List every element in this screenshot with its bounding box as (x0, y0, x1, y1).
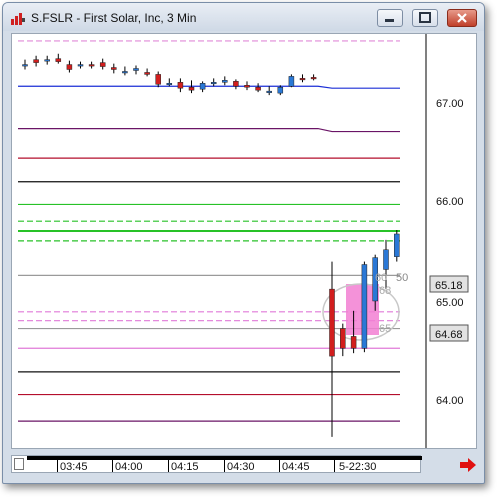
time-tick (168, 460, 169, 472)
candle-body (166, 83, 173, 86)
time-tick (57, 460, 58, 472)
candle-body (155, 74, 161, 85)
candle-body (111, 67, 117, 70)
candle-body (77, 64, 84, 67)
overlay-label-low: 65 (379, 323, 391, 335)
scroll-handle[interactable] (14, 458, 24, 470)
price-badge-label: 65.18 (435, 280, 463, 292)
close-icon (457, 13, 467, 23)
close-button[interactable] (447, 9, 477, 27)
price-badge-label: 64.68 (435, 329, 463, 341)
candle-body (22, 64, 28, 67)
candle-body (277, 86, 284, 94)
chart-window: S.FSLR - First Solar, Inc, 3 Min 60 50 6… (2, 2, 485, 484)
candle-body (383, 249, 389, 270)
candle-body (99, 62, 106, 67)
candle-body (55, 58, 62, 62)
candle-body (361, 264, 368, 349)
candle-body (188, 86, 195, 91)
overlay-label-mid: 68 (379, 285, 391, 297)
candle-body (33, 59, 39, 63)
candle-body (210, 82, 217, 85)
time-label: 04:30 (227, 461, 255, 473)
candle-body (122, 71, 128, 74)
candle-body (255, 86, 261, 91)
minimize-icon (385, 19, 394, 22)
overlay-label-top: 50 (396, 272, 408, 284)
scroll-right-arrow-icon[interactable] (459, 458, 477, 472)
candle-body (299, 78, 306, 81)
time-tick (224, 460, 225, 472)
time-tick (334, 460, 335, 472)
time-label: 5-22:30 (339, 461, 377, 473)
title-bar[interactable]: S.FSLR - First Solar, Inc, 3 Min (3, 3, 484, 31)
candle-body (350, 336, 357, 349)
candle-body (88, 64, 95, 67)
price-chart[interactable]: 60 50 68 65 67.00 66.00 65.00 64.00 65.1… (12, 34, 476, 448)
candle-body (144, 72, 150, 75)
candle-body (266, 90, 272, 93)
candle-body (329, 288, 335, 357)
time-tick (279, 460, 280, 472)
candle-body (66, 64, 73, 70)
candle-body (394, 233, 400, 257)
maximize-icon (419, 12, 431, 23)
app-icon (11, 13, 25, 25)
price-tick-label: 66.00 (436, 196, 464, 208)
time-label: 04:00 (115, 461, 143, 473)
price-tick-label: 67.00 (436, 98, 464, 110)
candle-body (233, 81, 239, 87)
price-tick-label: 64.00 (436, 395, 464, 407)
candle-body (340, 328, 346, 349)
price-tick-label: 65.00 (436, 297, 464, 309)
candle-body (133, 68, 139, 71)
candle-body (199, 83, 206, 90)
window-title: S.FSLR - First Solar, Inc, 3 Min (31, 11, 197, 25)
maximize-button[interactable] (412, 9, 438, 27)
overlay-label-top-partial: 60 (375, 272, 387, 284)
candle-body (310, 77, 317, 80)
chart-area[interactable]: 60 50 68 65 67.00 66.00 65.00 64.00 65.1… (11, 33, 477, 449)
time-tick (112, 460, 113, 472)
level-line (18, 85, 400, 89)
time-label: 04:15 (171, 461, 199, 473)
time-axis[interactable]: 03:45 04:00 04:15 04:30 04:45 5-22:30 (11, 455, 422, 473)
candle-body (244, 85, 250, 88)
level-line (18, 127, 400, 133)
candle-body (44, 59, 50, 62)
time-label: 04:45 (282, 461, 310, 473)
candle-body (288, 76, 295, 87)
candle-body (222, 80, 228, 83)
candle-body (177, 82, 184, 89)
time-label: 03:45 (60, 461, 88, 473)
minimize-button[interactable] (377, 9, 403, 27)
